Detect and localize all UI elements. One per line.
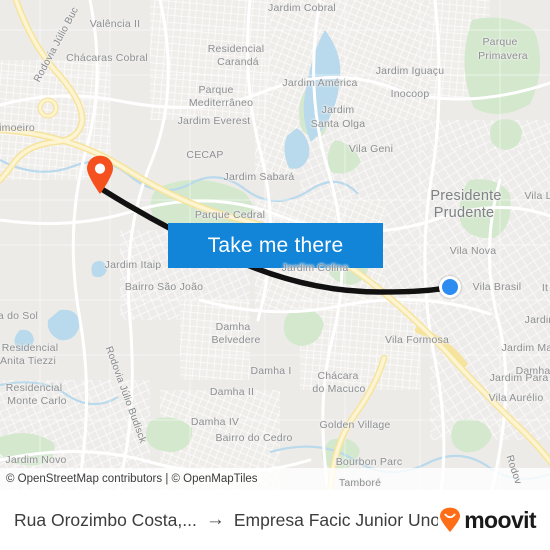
origin-label[interactable]: Rua Orozimbo Costa,...: [14, 510, 197, 531]
moovit-wordmark: moovit: [464, 506, 536, 533]
moovit-map-screen: Take me there © OpenStreetMap contributo…: [0, 0, 550, 550]
route-footer: Rua Orozimbo Costa,... → Empresa Facic J…: [0, 490, 550, 550]
moovit-logo[interactable]: moovit: [438, 506, 537, 534]
map-attribution: © OpenStreetMap contributors | © OpenMap…: [0, 468, 550, 490]
moovit-pin-icon: [440, 507, 461, 532]
destination-label[interactable]: Empresa Facic Junior Uno...: [234, 510, 438, 531]
arrow-right-icon: →: [205, 509, 225, 530]
route-summary: Rua Orozimbo Costa,... → Empresa Facic J…: [14, 509, 438, 531]
destination-marker[interactable]: [439, 276, 461, 298]
origin-marker[interactable]: [85, 155, 115, 195]
map-container[interactable]: Take me there © OpenStreetMap contributo…: [0, 0, 550, 490]
attribution-text[interactable]: © OpenStreetMap contributors | © OpenMap…: [6, 473, 258, 485]
take-me-there-button[interactable]: Take me there: [168, 223, 383, 268]
